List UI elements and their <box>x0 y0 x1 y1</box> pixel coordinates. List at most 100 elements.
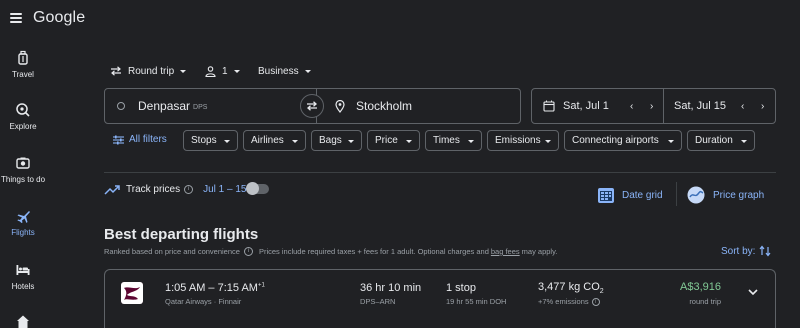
price-graph-label: Price graph <box>713 189 765 201</box>
nav-things-to-do[interactable]: Things to do <box>0 155 46 184</box>
destination-field[interactable]: Stockholm <box>335 89 412 123</box>
track-prices-toggle[interactable] <box>246 182 269 195</box>
nav-things-to-do-label: Things to do <box>0 175 46 184</box>
price-graph-button[interactable]: Price graph <box>687 186 764 204</box>
passengers-select[interactable]: 1 <box>205 64 240 78</box>
calendar-icon <box>543 100 555 112</box>
depart-date-value: Sat, Jul 1 <box>563 100 609 112</box>
cabin-class-label: Business <box>258 65 299 77</box>
carriers: Qatar Airways · Finnair <box>165 297 242 306</box>
filter-emissions[interactable]: Emissions <box>487 130 559 151</box>
flight-result-card[interactable]: 1:05 AM – 7:15 AM+1 Qatar Airways · Finn… <box>104 269 776 328</box>
flight-route: DPS–ARN <box>360 297 396 306</box>
dates-box: Sat, Jul 1 ‹ › Sat, Jul 15 ‹ › <box>531 88 776 124</box>
info-icon[interactable]: i <box>243 247 253 256</box>
depart-date-field[interactable]: Sat, Jul 1 <box>543 89 609 123</box>
filter-emissions-label: Emissions <box>495 135 541 146</box>
caret-down-icon <box>292 140 298 143</box>
nav-flights[interactable]: Flights <box>0 208 46 237</box>
round-trip-icon <box>111 66 121 76</box>
toggle-knob <box>246 182 259 195</box>
sort-by-label: Sort by: <box>721 245 756 257</box>
bag-fees-link[interactable]: bag fees <box>491 247 520 256</box>
camera-icon <box>16 157 30 169</box>
sort-by-button[interactable]: Sort by: <box>721 245 771 257</box>
google-logo[interactable]: Google <box>33 9 85 27</box>
next-return-date-icon[interactable]: › <box>761 101 764 112</box>
filter-stops-label: Stops <box>191 135 217 146</box>
sort-icon <box>760 245 771 257</box>
all-filters-label: All filters <box>129 134 167 145</box>
caret-down-icon <box>224 140 230 143</box>
date-grid-label: Date grid <box>622 189 663 201</box>
caret-down-icon <box>545 140 551 143</box>
results-heading: Best departing flights <box>104 226 259 243</box>
info-icon[interactable]: i <box>591 297 600 306</box>
co2-amount: 3,477 kg CO2 <box>538 281 604 295</box>
nav-explore[interactable]: Explore <box>0 102 46 131</box>
price-note: Prices include required taxes + fees for… <box>258 247 489 256</box>
nav-hotels[interactable]: Hotels <box>0 262 46 291</box>
swap-arrows-icon <box>307 101 317 111</box>
plane-icon <box>17 211 30 223</box>
nav-travel[interactable]: Travel <box>0 50 46 79</box>
person-icon <box>205 65 216 77</box>
emissions-note: +7% emissions i <box>538 297 600 306</box>
filter-times[interactable]: Times <box>425 130 482 151</box>
nav-explore-label: Explore <box>9 122 37 131</box>
co2-value: 3,477 kg CO <box>538 281 600 293</box>
all-filters-button[interactable]: All filters <box>113 134 167 145</box>
results-note: Ranked based on price and convenience i … <box>104 247 557 256</box>
filter-duration-label: Duration <box>695 135 733 146</box>
nav-travel-label: Travel <box>12 70 34 79</box>
filter-airlines[interactable]: Airlines <box>243 130 306 151</box>
filter-bags[interactable]: Bags <box>311 130 362 151</box>
return-date-field[interactable]: Sat, Jul 15 <box>674 89 726 123</box>
home-icon <box>17 315 29 328</box>
filter-stops[interactable]: Stops <box>183 130 238 151</box>
co2-subscript: 2 <box>599 288 604 296</box>
track-prices-label: Track prices <box>126 184 181 195</box>
emissions-value: +7% emissions <box>538 297 589 306</box>
filter-airlines-label: Airlines <box>251 135 284 146</box>
prev-depart-date-icon[interactable]: ‹ <box>630 101 633 112</box>
date-divider <box>663 89 664 123</box>
ranked-note: Ranked based on price and convenience <box>104 247 240 256</box>
caret-down-icon <box>668 140 674 143</box>
view-divider <box>676 182 677 206</box>
expand-chevron-icon[interactable] <box>747 286 759 298</box>
bed-icon <box>16 265 30 275</box>
filter-price[interactable]: Price <box>367 130 420 151</box>
cabin-class-select[interactable]: Business <box>258 64 311 78</box>
filter-connecting-airports-label: Connecting airports <box>572 135 659 146</box>
caret-down-icon <box>233 69 240 73</box>
section-divider <box>104 172 776 173</box>
caret-down-icon <box>180 69 187 73</box>
prev-return-date-icon[interactable]: ‹ <box>741 101 744 112</box>
origin-field[interactable]: Denpasar DPS <box>117 89 207 123</box>
info-icon[interactable]: i <box>184 185 194 194</box>
passengers-count: 1 <box>222 65 228 77</box>
flight-price: A$3,916 <box>680 281 721 293</box>
filter-duration[interactable]: Duration <box>687 130 755 151</box>
filter-connecting-airports[interactable]: Connecting airports <box>564 130 682 151</box>
day-offset: +1 <box>257 282 265 289</box>
origin-circle-icon <box>117 102 125 110</box>
next-depart-date-icon[interactable]: › <box>650 101 653 112</box>
nav-hotels-label: Hotels <box>11 282 35 291</box>
return-date-value: Sat, Jul 15 <box>674 100 726 112</box>
caret-down-icon <box>406 140 412 143</box>
price-note-end: may apply. <box>521 247 558 256</box>
swap-button[interactable] <box>300 94 324 118</box>
destination-value: Stockholm <box>356 99 413 113</box>
track-range: Jul 1 – 15 <box>203 184 247 195</box>
price-type: round trip <box>689 297 721 306</box>
hamburger-menu-icon[interactable] <box>10 13 22 23</box>
date-grid-button[interactable]: Date grid <box>597 186 663 204</box>
caret-down-icon <box>348 140 354 143</box>
top-bar: Google <box>0 0 800 40</box>
nav-vacation-rentals[interactable] <box>0 314 46 328</box>
trip-type-select[interactable]: Round trip <box>110 64 187 78</box>
track-prices: Track prices i Jul 1 – 15 <box>104 184 246 195</box>
departure-arrival-times: 1:05 AM – 7:15 AM <box>165 282 258 294</box>
